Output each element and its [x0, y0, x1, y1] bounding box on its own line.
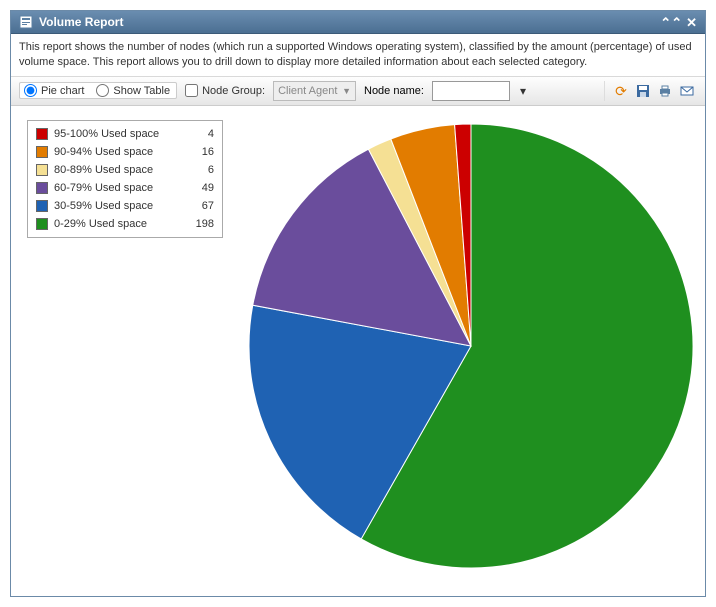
legend-label: 90-94% Used space [54, 146, 186, 158]
legend-swatch [36, 218, 48, 230]
pie-chart-radio-label: Pie chart [41, 85, 84, 97]
legend-label: 95-100% Used space [54, 128, 186, 140]
pie-chart-radio[interactable]: Pie chart [24, 84, 84, 97]
legend-row[interactable]: 0-29% Used space 198 [32, 215, 218, 233]
legend-value: 67 [192, 200, 214, 212]
refresh-icon[interactable]: ⟳ [611, 81, 631, 101]
legend: 95-100% Used space 4 90-94% Used space 16 80… [27, 120, 223, 238]
email-icon[interactable] [677, 81, 697, 101]
legend-row[interactable]: 60-79% Used space 49 [32, 179, 218, 197]
legend-value: 49 [192, 182, 214, 194]
panel-title: Volume Report [39, 15, 123, 29]
legend-row[interactable]: 90-94% Used space 16 [32, 143, 218, 161]
show-table-radio-label: Show Table [113, 85, 170, 97]
save-icon[interactable] [633, 81, 653, 101]
node-group-checkbox-input[interactable] [185, 84, 198, 97]
toolbar: Pie chart Show Table Node Group: Client … [11, 77, 705, 106]
legend-label: 80-89% Used space [54, 164, 186, 176]
show-table-radio[interactable]: Show Table [96, 84, 170, 97]
report-icon [19, 15, 33, 29]
node-name-dropdown-icon[interactable]: ▾ [518, 84, 528, 98]
legend-row[interactable]: 80-89% Used space 6 [32, 161, 218, 179]
legend-swatch [36, 164, 48, 176]
view-mode-group: Pie chart Show Table [19, 82, 177, 99]
legend-label: 60-79% Used space [54, 182, 186, 194]
node-group-checkbox-label: Node Group: [202, 85, 265, 97]
toolbar-actions: ⟳ [604, 81, 697, 101]
legend-value: 198 [192, 218, 214, 230]
legend-value: 6 [192, 164, 214, 176]
legend-swatch [36, 146, 48, 158]
node-group-select[interactable]: Client Agent ▼ [273, 81, 356, 101]
legend-swatch [36, 182, 48, 194]
legend-row[interactable]: 30-59% Used space 67 [32, 197, 218, 215]
node-group-select-value: Client Agent [278, 85, 340, 97]
chart-area: 95-100% Used space 4 90-94% Used space 16 80… [11, 106, 705, 596]
node-name-label: Node name: [364, 85, 424, 97]
volume-report-panel: Volume Report ⌃⌃ ✕ This report shows the… [10, 10, 706, 597]
node-name-input[interactable] [432, 81, 510, 101]
legend-value: 16 [192, 146, 214, 158]
legend-label: 0-29% Used space [54, 218, 186, 230]
close-icon[interactable]: ✕ [686, 16, 697, 29]
legend-swatch [36, 128, 48, 140]
chevron-down-icon: ▼ [342, 86, 351, 96]
legend-value: 4 [192, 128, 214, 140]
report-description: This report shows the number of nodes (w… [11, 34, 705, 77]
show-table-radio-input[interactable] [96, 84, 109, 97]
collapse-icon[interactable]: ⌃⌃ [660, 16, 682, 29]
legend-swatch [36, 200, 48, 212]
pie-chart-radio-input[interactable] [24, 84, 37, 97]
panel-header: Volume Report ⌃⌃ ✕ [11, 11, 705, 34]
legend-label: 30-59% Used space [54, 200, 186, 212]
legend-row[interactable]: 95-100% Used space 4 [32, 125, 218, 143]
pie-chart [241, 116, 701, 576]
node-group-checkbox[interactable]: Node Group: [185, 84, 265, 97]
print-icon[interactable] [655, 81, 675, 101]
